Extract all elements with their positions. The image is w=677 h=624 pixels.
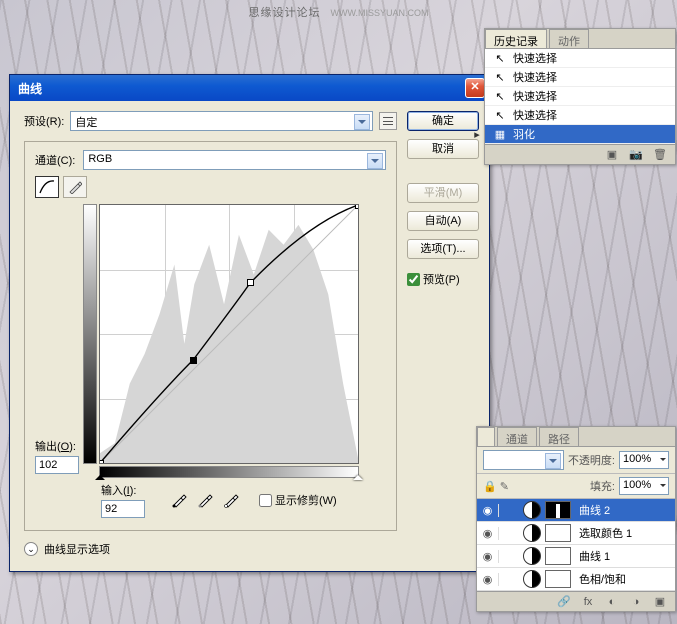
black-slider[interactable] <box>95 470 105 480</box>
curves-dialog: 曲线 ✕ 预设(R): 自定 通道(C): RGB <box>9 74 490 572</box>
watermark-url: WWW.MISSYUAN.COM <box>331 8 429 18</box>
fill-field[interactable]: 100% <box>619 477 669 495</box>
history-item[interactable]: ↖快速选择 <box>485 87 675 106</box>
eyedropper-black[interactable] <box>169 490 189 510</box>
tab-history[interactable]: 历史记录 <box>485 29 547 48</box>
blend-mode-combo[interactable] <box>483 450 564 470</box>
preset-combo[interactable]: 自定 <box>70 111 373 131</box>
curve-point-shadow[interactable] <box>99 460 104 464</box>
input-field[interactable] <box>101 500 145 518</box>
curve-canvas[interactable] <box>99 204 359 464</box>
layer-row[interactable]: 选取颜色 1 <box>477 522 675 545</box>
layer-row[interactable]: 曲线 2 <box>477 499 675 522</box>
layer-row[interactable]: 色相/饱和 <box>477 568 675 591</box>
visibility-icon[interactable] <box>483 551 493 563</box>
dialog-titlebar[interactable]: 曲线 ✕ <box>10 75 489 101</box>
output-label: 输出(O): <box>35 438 79 454</box>
curve-tool-pencil[interactable] <box>63 176 87 198</box>
history-panel: 历史记录 动作 ↖快速选择↖快速选择↖快速选择↖快速选择▸▦羽化 ▣ 📷 🗑 <box>484 28 676 165</box>
adjustment-icon <box>523 501 541 519</box>
history-item[interactable]: ▸▦羽化 <box>485 125 675 144</box>
tab-actions[interactable]: 动作 <box>549 29 589 48</box>
history-new-icon[interactable]: 📷 <box>629 148 643 162</box>
folder-icon[interactable]: ▣ <box>653 595 667 609</box>
fill-label: 填充: <box>590 478 615 494</box>
lock-icons[interactable]: 🔒 ✎ <box>483 480 523 493</box>
curve-point-mid[interactable] <box>247 279 254 286</box>
input-label: 输入(I): <box>101 482 145 498</box>
fx-icon[interactable]: fx <box>581 595 595 609</box>
visibility-icon[interactable] <box>483 505 493 517</box>
adjustment-icon <box>523 547 541 565</box>
opacity-field[interactable]: 100% <box>619 451 669 469</box>
mask-icon[interactable]: ◐ <box>605 595 619 609</box>
layer-thumb <box>545 547 571 565</box>
output-field[interactable] <box>35 456 79 474</box>
preset-menu-icon[interactable] <box>379 112 397 130</box>
chevron-icon: ⌄ <box>24 542 38 556</box>
visibility-icon[interactable] <box>483 528 493 540</box>
watermark: 思缘设计论坛 WWW.MISSYUAN.COM <box>0 4 677 20</box>
layer-row[interactable]: 曲线 1 <box>477 545 675 568</box>
layers-panel: 通道 路径 不透明度: 100% 🔒 ✎ 填充: 100% 曲线 2选取颜色 1… <box>476 426 676 612</box>
x-gradient <box>99 466 359 478</box>
history-item[interactable]: ↖快速选择 <box>485 106 675 125</box>
curve-point-highlight[interactable] <box>355 204 359 209</box>
options-button[interactable]: 选项(T)... <box>407 239 479 259</box>
tab-paths[interactable]: 路径 <box>539 427 579 446</box>
dialog-title: 曲线 <box>18 80 465 97</box>
opacity-label: 不透明度: <box>568 452 615 468</box>
pencil-icon <box>68 180 82 194</box>
white-slider[interactable] <box>353 470 363 480</box>
close-button[interactable]: ✕ <box>465 78 485 98</box>
link-icon[interactable]: 🔗 <box>557 595 571 609</box>
adjustment-icon <box>523 570 541 588</box>
trash-icon[interactable]: 🗑 <box>653 148 667 162</box>
curve-tool-point[interactable] <box>35 176 59 198</box>
layer-thumb <box>545 570 571 588</box>
visibility-icon[interactable] <box>483 574 493 586</box>
channel-combo[interactable]: RGB <box>83 150 386 170</box>
curve-path <box>100 205 358 463</box>
layer-list: 曲线 2选取颜色 1曲线 1色相/饱和 <box>477 499 675 591</box>
preset-label: 预设(R): <box>24 113 64 129</box>
show-clipping-checkbox[interactable]: 显示修剪(W) <box>259 492 337 508</box>
tab-channels[interactable]: 通道 <box>497 427 537 446</box>
layer-thumb <box>545 501 571 519</box>
curve-group: 通道(C): RGB 输出(O): <box>24 141 397 531</box>
history-item[interactable]: ↖快速选择 <box>485 68 675 87</box>
preview-checkbox[interactable]: 预览(P) <box>407 271 479 287</box>
adjust-icon[interactable]: ◑ <box>629 595 643 609</box>
smooth-button: 平滑(M) <box>407 183 479 203</box>
eyedropper-white[interactable] <box>221 490 241 510</box>
curve-point-selected[interactable] <box>190 357 197 364</box>
eyedropper-gray[interactable] <box>195 490 215 510</box>
history-snapshot-icon[interactable]: ▣ <box>605 148 619 162</box>
ok-button[interactable]: 确定 <box>407 111 479 131</box>
tab-layers[interactable] <box>477 427 495 446</box>
y-gradient <box>83 204 97 464</box>
layer-thumb <box>545 524 571 542</box>
channel-label: 通道(C): <box>35 152 75 168</box>
auto-button[interactable]: 自动(A) <box>407 211 479 231</box>
watermark-text: 思缘设计论坛 <box>248 7 320 19</box>
adjustment-icon <box>523 524 541 542</box>
curve-icon <box>39 180 55 194</box>
history-item[interactable]: ↖快速选择 <box>485 49 675 68</box>
curve-display-options[interactable]: ⌄ 曲线显示选项 <box>24 541 397 557</box>
history-list: ↖快速选择↖快速选择↖快速选择↖快速选择▸▦羽化 <box>485 49 675 144</box>
cancel-button[interactable]: 取消 <box>407 139 479 159</box>
